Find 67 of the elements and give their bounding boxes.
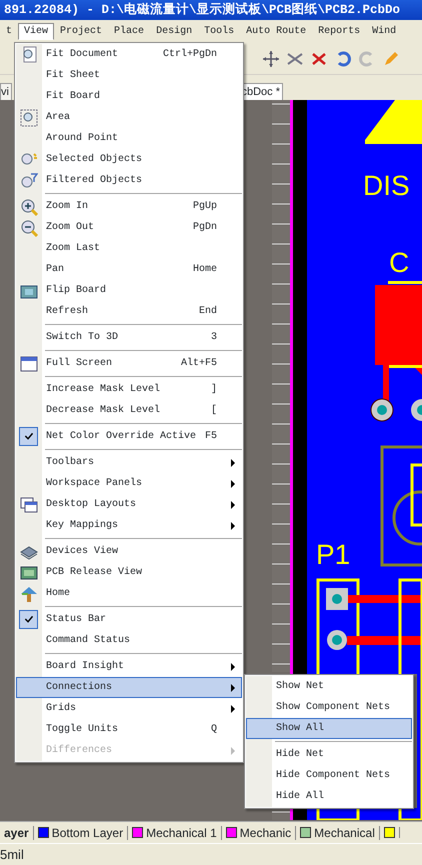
menu-bar-item[interactable]: Project <box>54 23 108 40</box>
layer-tab[interactable]: ayer <box>4 826 29 840</box>
layer-tab[interactable]: Mechanical <box>314 826 375 840</box>
window-title: 891.22084) - D:\电磁流量计\显示测试板\PCB图纸\PCB2.PcbDo <box>0 0 422 20</box>
layer-tab[interactable]: Mechanical 1 <box>146 826 217 840</box>
menu-item[interactable]: Key Mappings <box>16 515 242 536</box>
menu-item[interactable]: Selected Objects <box>16 149 242 170</box>
menu-bar-item[interactable]: Auto Route <box>240 23 312 40</box>
menu-bar-item[interactable]: t <box>0 23 18 40</box>
menu-bar-item[interactable]: View <box>18 23 54 40</box>
silkscreen-label: C <box>389 247 410 278</box>
menu-bar-item[interactable]: Reports <box>312 23 366 40</box>
menu-item[interactable]: Zoom Last <box>16 238 242 259</box>
menu-item[interactable]: Refresh End <box>16 301 242 322</box>
menu-item[interactable]: Workspace Panels <box>16 473 242 494</box>
menu-item[interactable]: Filtered Objects <box>16 170 242 191</box>
menu-item[interactable]: Status Bar <box>16 609 242 630</box>
menu-item[interactable]: Fit Board <box>16 86 242 107</box>
document-tab[interactable]: vi <box>0 83 12 100</box>
menu-item[interactable]: Show Component Nets <box>246 697 412 718</box>
menu-bar-item[interactable]: Place <box>108 23 150 40</box>
magnifier-filter-icon <box>20 172 38 190</box>
silkscreen-label: P1 <box>316 539 350 570</box>
zoom-in-icon <box>20 198 38 216</box>
menu-item[interactable]: Full Screen Alt+F5 <box>16 353 242 374</box>
menu-item[interactable]: Hide Net <box>246 744 412 765</box>
zoom-out-icon <box>20 219 38 237</box>
menu-item[interactable]: Hide All <box>246 786 412 807</box>
menu-item[interactable]: Hide Component Nets <box>246 765 412 786</box>
menu-item[interactable]: Decrease Mask Level [ <box>16 400 242 421</box>
menu-item[interactable]: Toggle Units Q <box>16 719 242 740</box>
menu-item[interactable]: Toolbars <box>16 452 242 473</box>
pencil-icon <box>382 50 400 68</box>
move-icon <box>262 50 280 68</box>
menu-bar-item[interactable]: Tools <box>198 23 240 40</box>
window-icon <box>20 355 38 373</box>
menu-item[interactable]: Fit Document Ctrl+PgDn <box>16 44 242 65</box>
windows-icon <box>20 496 38 514</box>
menu-item[interactable]: Board Insight <box>16 656 242 677</box>
home-icon <box>20 585 38 603</box>
menu-item[interactable]: Net Color Override Active F5 <box>16 426 242 447</box>
magnifier-area-icon <box>20 109 38 127</box>
silkscreen-label: DIS <box>363 170 410 201</box>
menu-item[interactable]: Command Status <box>16 630 242 651</box>
menu-item[interactable]: Around Point <box>16 128 242 149</box>
menu-item[interactable]: Desktop Layouts <box>16 494 242 515</box>
menu-item[interactable]: Area <box>16 107 242 128</box>
board-icon <box>20 564 38 582</box>
menu-item[interactable]: Flip Board <box>16 280 242 301</box>
layer-tab[interactable]: Mechanic <box>240 826 292 840</box>
menu-item[interactable]: Increase Mask Level ] <box>16 379 242 400</box>
menu-item[interactable]: PCB Release View <box>16 562 242 583</box>
menu-item[interactable]: Devices View <box>16 541 242 562</box>
menu-bar-item[interactable]: Wind <box>366 23 402 40</box>
layer-tab[interactable]: Bottom Layer <box>52 826 124 840</box>
menu-item[interactable]: Zoom Out PgDn <box>16 217 242 238</box>
menu-bar-item[interactable]: Design <box>150 23 198 40</box>
menu-item[interactable]: Home <box>16 583 242 604</box>
menu-item[interactable]: Show All <box>246 718 412 739</box>
menu-item[interactable]: Zoom In PgUp <box>16 196 242 217</box>
menu-item[interactable]: Show Net <box>246 676 412 697</box>
menu-item[interactable]: Grids <box>16 698 242 719</box>
menu-item[interactable]: Fit Sheet <box>16 65 242 86</box>
menu-item[interactable]: Pan Home <box>16 259 242 280</box>
menu-item[interactable]: Switch To 3D 3 <box>16 327 242 348</box>
status-text: 5mil <box>0 847 24 862</box>
menu-item[interactable]: Connections <box>16 677 242 698</box>
